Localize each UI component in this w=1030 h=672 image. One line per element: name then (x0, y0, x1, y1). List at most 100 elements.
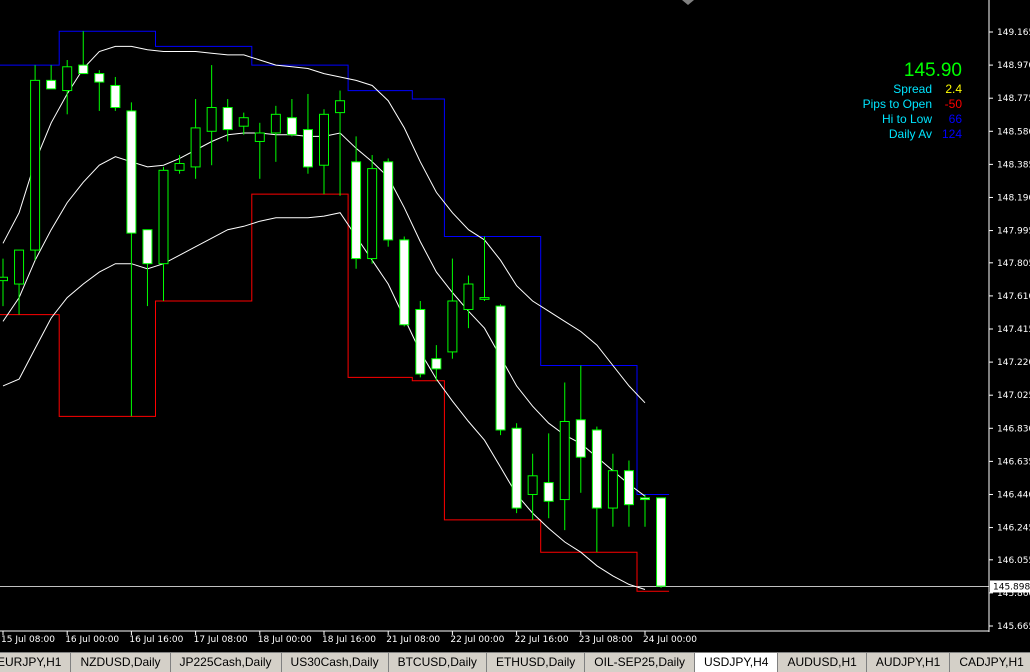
tab-eurjpy-h1[interactable]: EURJPY,H1 (0, 653, 72, 672)
candle-body (110, 84, 121, 109)
candle-body (495, 305, 506, 431)
candle-body (174, 163, 185, 171)
candle-body (222, 107, 233, 131)
candle-body (94, 73, 105, 83)
chart-tabs-bar: EURJPY,H1 NZDUSD,Daily JP225Cash,Daily U… (0, 652, 1030, 672)
candle (463, 275, 474, 329)
price-tick-label: 147.610 (997, 292, 1030, 302)
hi-to-low-value: 66 (948, 112, 962, 126)
candle-body (46, 79, 57, 90)
tab-nzdusd-daily[interactable]: NZDUSD,Daily (71, 653, 171, 672)
candle-body (607, 470, 618, 509)
time-tick-label: 22 Jul 00:00 (450, 635, 504, 645)
price-tick-label: 147.220 (997, 358, 1030, 368)
candle (495, 304, 506, 436)
tab-audjpy-h1[interactable]: AUDJPY,H1 (867, 653, 951, 672)
time-tick-label: 21 Jul 08:00 (386, 635, 440, 645)
tab-usdjpy-h4[interactable]: USDJPY,H4 (694, 653, 779, 672)
candle-body (335, 100, 346, 114)
tab-oil-sep25-daily[interactable]: OIL-SEP25,Daily (585, 653, 695, 672)
time-tick-label: 18 Jul 00:00 (258, 635, 312, 645)
candle (591, 426, 602, 553)
candle-body (30, 79, 41, 251)
tab-us30cash-daily[interactable]: US30Cash,Daily (282, 653, 389, 672)
scroll-marker-icon (682, 0, 694, 5)
candle-body (511, 427, 522, 509)
candle (0, 258, 8, 307)
tab-cadjpy-h1[interactable]: CADJPY,H1 (950, 653, 1030, 672)
tab-btcusd-daily[interactable]: BTCUSD,Daily (389, 653, 487, 672)
candle (447, 258, 458, 359)
candle (46, 65, 57, 90)
candle-body (543, 482, 554, 502)
time-tick-label: 22 Jul 16:00 (515, 635, 569, 645)
candle-body (126, 110, 137, 234)
candle-body (78, 64, 89, 75)
candle-body (254, 132, 265, 142)
candle-body (142, 229, 153, 265)
candle-body (319, 113, 329, 166)
price-tick-label: 149.165 (997, 28, 1030, 38)
candle-body (206, 107, 217, 132)
info-row-daily-av: Daily Av 124 (863, 127, 962, 142)
daily-av-label: Daily Av (888, 127, 932, 141)
spread-label: Spread (893, 82, 932, 96)
candle-body (656, 497, 667, 587)
hi-to-low-label: Hi to Low (881, 112, 932, 126)
tab-ethusd-daily[interactable]: ETHUSD,Daily (487, 653, 586, 672)
candle-body (415, 308, 426, 375)
candle (351, 136, 362, 269)
candle-body (575, 419, 586, 458)
price-tick-label: 148.190 (997, 193, 1030, 203)
time-tick-label: 16 Jul 16:00 (129, 635, 183, 645)
candle (78, 31, 89, 75)
candle-body (431, 358, 442, 370)
candle (607, 453, 618, 527)
candle (62, 60, 73, 115)
price-tick-label: 147.805 (997, 259, 1030, 269)
candle-body (62, 66, 73, 92)
candle-body (302, 129, 313, 168)
info-panel: 145.90 Spread 2.4 Pips to Open -50 Hi to L… (863, 60, 962, 142)
candle (94, 70, 105, 111)
candle (14, 249, 25, 315)
candle-body (640, 497, 650, 501)
pips-to-open-label: Pips to Open (862, 97, 932, 111)
candle-body (286, 117, 297, 136)
time-tick-label: 16 Jul 00:00 (65, 635, 119, 645)
time-tick-label: 24 Jul 00:00 (643, 635, 697, 645)
candle (431, 345, 442, 381)
price-tick-label: 148.775 (997, 94, 1030, 104)
price-tick-label: 148.580 (997, 127, 1030, 137)
candle-body (559, 420, 570, 501)
tab-audusd-h1[interactable]: AUDUSD,H1 (778, 653, 867, 672)
price-tick-label: 146.635 (997, 457, 1030, 467)
candle (319, 109, 329, 195)
info-row-hi-to-low: Hi to Low 66 (863, 112, 962, 127)
candle (543, 433, 554, 519)
price-tick-label: 147.415 (997, 325, 1030, 335)
candle (335, 90, 346, 196)
bollinger-lower-line (2, 212, 646, 590)
price-tick-label: 147.995 (997, 227, 1030, 237)
candle-body (367, 168, 378, 260)
candle-body (238, 117, 249, 127)
time-tick-label: 17 Jul 08:00 (194, 635, 248, 645)
candle (559, 382, 570, 531)
lower-channel-line (0, 193, 670, 592)
tab-jp225cash-daily[interactable]: JP225Cash,Daily (171, 653, 282, 672)
candle-body (623, 470, 634, 506)
candle (270, 105, 281, 162)
candle (399, 236, 410, 327)
current-price-tag-label: 145.898 (993, 582, 1030, 592)
price-tick-label: 146.830 (997, 424, 1030, 434)
candle (302, 93, 313, 174)
price-tick-label: 145.665 (997, 622, 1030, 632)
price-tick-label: 146.245 (997, 524, 1030, 534)
candle (110, 76, 121, 111)
time-tick-label: 18 Jul 16:00 (322, 635, 376, 645)
candle-body (158, 169, 169, 265)
candle-body (399, 239, 410, 326)
candle (254, 122, 265, 179)
pips-to-open-value: -50 (944, 97, 962, 111)
